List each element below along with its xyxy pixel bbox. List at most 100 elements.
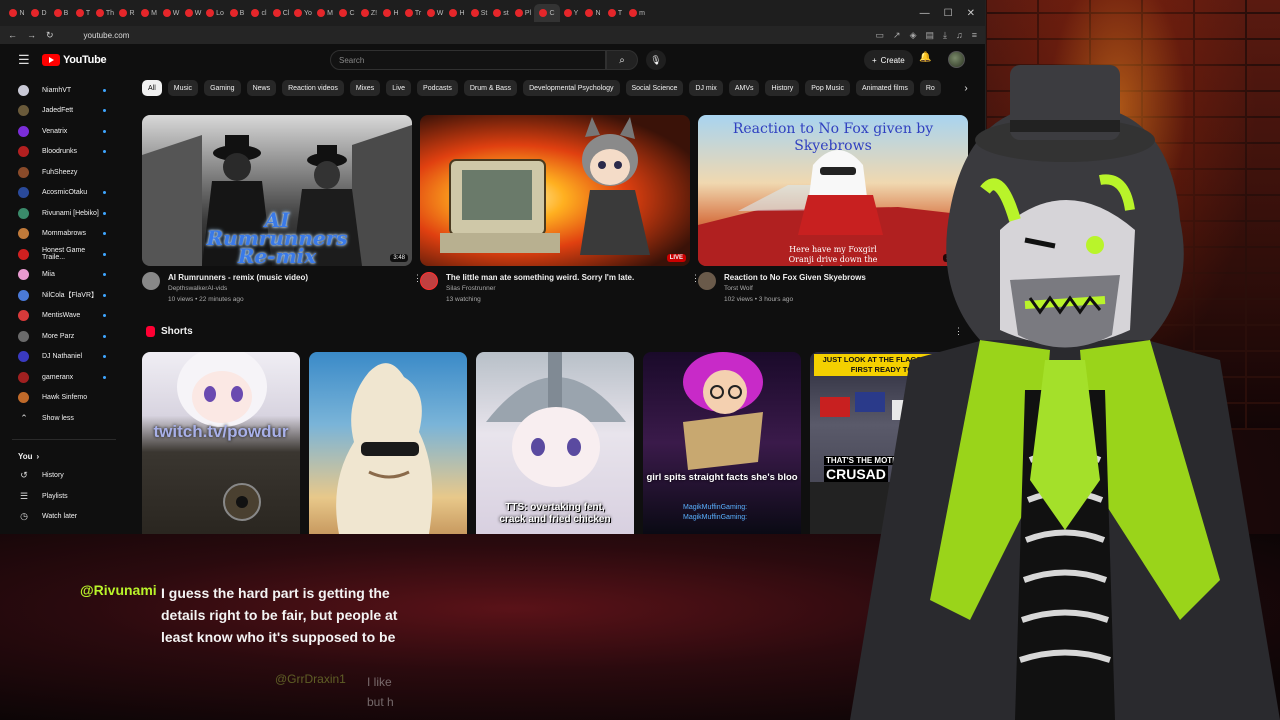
browser-tab[interactable]: N [6,4,28,22]
channel-name[interactable]: DepthswalkerAI-vids [168,283,308,294]
short-card[interactable]: girl spits straight facts she's bloo Mag… [643,352,801,534]
browser-tab[interactable]: H [380,4,402,22]
browser-tab[interactable]: B [226,4,248,22]
forward-icon[interactable]: → [27,30,36,40]
browser-tab[interactable]: Pl [512,4,534,22]
music-icon[interactable]: ♫ [956,30,963,41]
sidebar-subscription-item[interactable]: Miia [0,265,128,286]
video-card[interactable]: LIVE The little man ate something weird.… [420,115,700,305]
video-title[interactable]: AI Rumrunners - remix (music video) [168,272,308,283]
browser-tab[interactable]: T [604,4,626,22]
browser-tab[interactable]: H [446,4,468,22]
reload-icon[interactable]: ↻ [46,30,54,41]
close-icon[interactable]: ✕ [967,8,975,19]
short-card[interactable]: twitch.tv/powdur [142,352,300,534]
filter-chip[interactable]: Drum & Bass [463,80,518,96]
browser-tab[interactable]: Z! [358,4,380,22]
browser-tab[interactable]: W [424,4,446,22]
minimize-icon[interactable]: — [920,8,930,19]
filter-chip[interactable]: Social Science [625,80,684,96]
browser-tab[interactable]: C [336,4,358,22]
maximize-icon[interactable]: ☐ [944,8,953,19]
sidebar-subscription-item[interactable]: DJ Nathaniel [0,347,128,368]
short-card[interactable]: TTS: overtaking fent, crack and fried ch… [476,352,634,534]
browser-tab[interactable]: cl [248,4,270,22]
sidebar-subscription-item[interactable]: FuhSheezy [0,162,128,183]
shield-icon[interactable]: ◈ [910,30,917,41]
sidebar-subscription-item[interactable]: AcosmicOtaku [0,183,128,204]
channel-avatar[interactable] [142,272,160,290]
youtube-logo[interactable]: YouTube [42,54,107,66]
video-title[interactable]: Reaction to No Fox Given Skyebrows [724,272,866,283]
filter-chip[interactable]: All [142,80,162,96]
voice-search-button[interactable]: 🎙 [646,50,666,70]
filter-chip[interactable]: Podcasts [417,80,458,96]
filter-chip[interactable]: Pop Music [805,80,850,96]
filter-chip[interactable]: AMVs [728,80,760,96]
sidebar-subscription-item[interactable]: Hawk Sinfemo [0,388,128,409]
share-icon[interactable]: ↗ [893,30,901,41]
show-less-button[interactable]: ⌃ Show less [0,408,128,429]
sidebar-subscription-item[interactable]: gameranx [0,367,128,388]
filter-chip[interactable]: Music [167,80,199,96]
filter-chip[interactable]: Live [386,80,412,96]
browser-tab[interactable]: R [116,4,138,22]
browser-tab[interactable]: C [534,4,560,22]
video-thumbnail[interactable]: LIVE [420,115,690,266]
video-thumbnail[interactable]: AI Rumrunners Re-mix 3:48 [142,115,412,266]
video-title[interactable]: The little man ate something weird. Sorr… [446,272,634,283]
channel-name[interactable]: Torst Wolf [724,283,866,294]
channel-avatar[interactable] [698,272,716,290]
filter-chip[interactable]: DJ mix [689,80,723,96]
url-field[interactable]: youtube.com [84,31,866,40]
sidebar-subscription-item[interactable]: Mommabrows [0,224,128,245]
filter-chip[interactable]: Developmental Psychology [523,80,620,96]
filter-chip[interactable]: History [765,80,800,96]
search-button[interactable]: ⌕ [606,50,638,70]
browser-tab[interactable]: Yo [292,4,314,22]
browser-tab[interactable]: T [72,4,94,22]
sidebar-item-playlists[interactable]: ☰ Playlists [0,486,128,507]
browser-tab[interactable]: Lo [204,4,226,22]
browser-tab[interactable]: Y [560,4,582,22]
browser-tab[interactable]: st [490,4,512,22]
hamburger-menu-icon[interactable]: ☰ [18,52,32,68]
filter-chip[interactable]: Gaming [204,80,241,96]
back-icon[interactable]: ← [8,30,17,40]
browser-tab[interactable]: m [626,4,648,22]
browser-tab[interactable]: W [182,4,204,22]
sidebar-item-watch-later[interactable]: ◷ Watch later [0,507,128,528]
sidebar-subscription-item[interactable]: MentisWave [0,306,128,327]
you-section-heading[interactable]: You › [0,448,128,466]
menu-dots-icon[interactable]: ≡ [972,30,977,41]
download-icon[interactable]: ⤓ [943,30,947,41]
sidebar-subscription-item[interactable]: Venatrix [0,121,128,142]
browser-tab[interactable]: M [138,4,160,22]
sidebar-subscription-item[interactable]: Rivunami [Hebiko] [0,203,128,224]
sidebar-icon[interactable]: ▤ [925,30,934,41]
sidebar-subscription-item[interactable]: NilCola【FlaVR】 [0,285,128,306]
sidebar-subscription-item[interactable]: More Parz [0,326,128,347]
browser-tab[interactable]: M [314,4,336,22]
browser-tab[interactable]: W [160,4,182,22]
short-card[interactable] [309,352,467,534]
filter-chip[interactable]: News [246,80,277,96]
filter-chip[interactable]: Reaction videos [282,80,344,96]
sidebar-item-history[interactable]: ↺ History [0,466,128,487]
sidebar-subscription-item[interactable]: Bloodrunks [0,142,128,163]
channel-name[interactable]: Silas Frostrunner [446,283,634,294]
filter-chip[interactable]: Mixes [349,80,381,96]
browser-tab[interactable]: D [28,4,50,22]
cast-icon[interactable]: ▭ [876,30,885,41]
sidebar-subscription-item[interactable]: JadedFett [0,101,128,122]
browser-tab[interactable]: St [468,4,490,22]
browser-tab[interactable]: N [582,4,604,22]
sidebar-subscription-item[interactable]: NiamhVT [0,80,128,101]
browser-tab[interactable]: Th [94,4,116,22]
sidebar-subscription-item[interactable]: Honest Game Traile... [0,244,128,265]
video-card[interactable]: AI Rumrunners Re-mix 3:48 AI Rumrunners … [142,115,422,305]
browser-tab[interactable]: B [50,4,72,22]
browser-tab[interactable]: Tr [402,4,424,22]
channel-avatar[interactable] [420,272,438,290]
search-input[interactable]: Search [330,50,606,70]
